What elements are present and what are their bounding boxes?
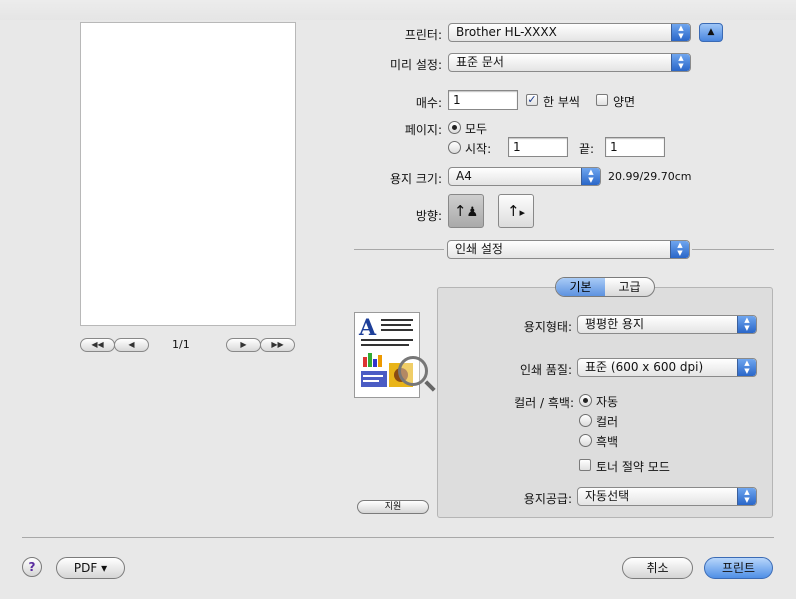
support-button[interactable]: 지원	[357, 500, 429, 514]
color-auto-radio[interactable]	[579, 394, 592, 407]
tab-bar: 기본 고급	[555, 277, 655, 297]
landscape-orientation-button[interactable]: ↑▸	[498, 194, 534, 228]
prev-page-button[interactable]: ◀	[114, 338, 149, 352]
portrait-orientation-button[interactable]: ↑♟	[448, 194, 484, 228]
collated-checkbox[interactable]: ✓	[526, 94, 538, 106]
magnifier-icon	[398, 356, 428, 386]
orientation-label: 방향:	[415, 209, 442, 223]
cancel-button[interactable]: 취소	[622, 557, 693, 579]
copies-input[interactable]: 1	[448, 90, 518, 110]
page-preview	[80, 22, 296, 326]
popup-arrows-icon: ▲ ▼	[737, 316, 756, 333]
color-mode-label: 컬러 / 흑백:	[514, 396, 574, 410]
popup-arrows-icon: ▲ ▼	[670, 241, 689, 258]
portrait-person-icon: ♟	[466, 205, 479, 220]
last-page-button[interactable]: ▶▶	[260, 338, 295, 352]
popup-arrows-icon: ▲ ▼	[737, 359, 756, 376]
section-divider-left	[354, 249, 444, 250]
preset-value: 표준 문서	[456, 55, 504, 69]
help-button[interactable]: ?	[22, 557, 42, 577]
first-page-button[interactable]: ◀◀	[80, 338, 115, 352]
color-color-radio[interactable]	[579, 414, 592, 427]
pages-from-label: 시작:	[465, 142, 492, 156]
paper-source-popup[interactable]: 자동선택 ▲ ▼	[577, 487, 757, 506]
printer-value: Brother HL-XXXX	[456, 25, 557, 39]
page-indicator: 1/1	[172, 338, 190, 351]
pages-to-label: 끝:	[579, 142, 595, 156]
duplex-label: 양면	[613, 95, 636, 109]
pages-to-input[interactable]: 1	[605, 137, 665, 157]
tab-advanced[interactable]: 고급	[605, 278, 654, 296]
collated-label: 한 부씩	[543, 95, 580, 109]
paper-size-value: A4	[456, 169, 472, 183]
background-toolbar	[0, 0, 796, 20]
pages-all-radio[interactable]	[448, 121, 461, 134]
color-auto-label: 자동	[596, 395, 619, 409]
duplex-checkbox[interactable]	[596, 94, 608, 106]
next-page-button[interactable]: ▶	[226, 338, 261, 352]
help-icon: ?	[28, 560, 36, 574]
color-mono-label: 흑백	[596, 435, 619, 449]
section-popup-value: 인쇄 설정	[455, 242, 503, 256]
bottom-divider	[22, 537, 774, 538]
preset-label: 미리 설정:	[389, 58, 442, 72]
media-type-label: 용지형태:	[523, 320, 572, 334]
pages-all-label: 모두	[465, 122, 488, 136]
paper-source-label: 용지공급:	[523, 492, 572, 506]
media-type-value: 평평한 용지	[585, 317, 645, 331]
section-popup[interactable]: 인쇄 설정 ▲ ▼	[447, 240, 690, 259]
pages-from-input[interactable]: 1	[508, 137, 568, 157]
section-divider-right	[692, 249, 774, 250]
svg-text:A: A	[358, 315, 377, 341]
popup-arrows-icon: ▲ ▼	[581, 168, 600, 185]
print-button[interactable]: 프린트	[704, 557, 773, 579]
paper-size-label: 용지 크기:	[389, 172, 442, 186]
popup-arrows-icon: ▲ ▼	[737, 488, 756, 505]
media-type-popup[interactable]: 평평한 용지 ▲ ▼	[577, 315, 757, 334]
popup-arrows-icon: ▲ ▼	[671, 24, 690, 41]
color-color-label: 컬러	[596, 415, 619, 429]
toner-save-label: 토너 절약 모드	[596, 460, 670, 474]
copies-label: 매수:	[415, 96, 442, 110]
disclosure-button[interactable]: ▲	[699, 23, 723, 42]
pages-label: 페이지:	[404, 123, 442, 137]
toner-save-checkbox[interactable]	[579, 459, 591, 471]
print-quality-label: 인쇄 품질:	[519, 363, 572, 377]
paper-dimensions: 20.99/29.70cm	[608, 170, 692, 183]
popup-arrows-icon: ▲ ▼	[671, 54, 690, 71]
print-quality-value: 표준 (600 x 600 dpi)	[585, 360, 704, 374]
landscape-person-icon: ▸	[519, 206, 526, 219]
print-quality-popup[interactable]: 표준 (600 x 600 dpi) ▲ ▼	[577, 358, 757, 377]
pages-from-radio[interactable]	[448, 141, 461, 154]
paper-size-popup[interactable]: A4 ▲ ▼	[448, 167, 601, 186]
printer-popup[interactable]: Brother HL-XXXX ▲ ▼	[448, 23, 691, 42]
color-mono-radio[interactable]	[579, 434, 592, 447]
preset-popup[interactable]: 표준 문서 ▲ ▼	[448, 53, 691, 72]
paper-source-value: 자동선택	[585, 489, 630, 503]
printer-label: 프린터:	[404, 28, 442, 42]
magnifier-handle-icon	[424, 380, 436, 392]
pdf-menu-button[interactable]: PDF ▾	[56, 557, 125, 579]
tab-basic[interactable]: 기본	[556, 278, 605, 296]
